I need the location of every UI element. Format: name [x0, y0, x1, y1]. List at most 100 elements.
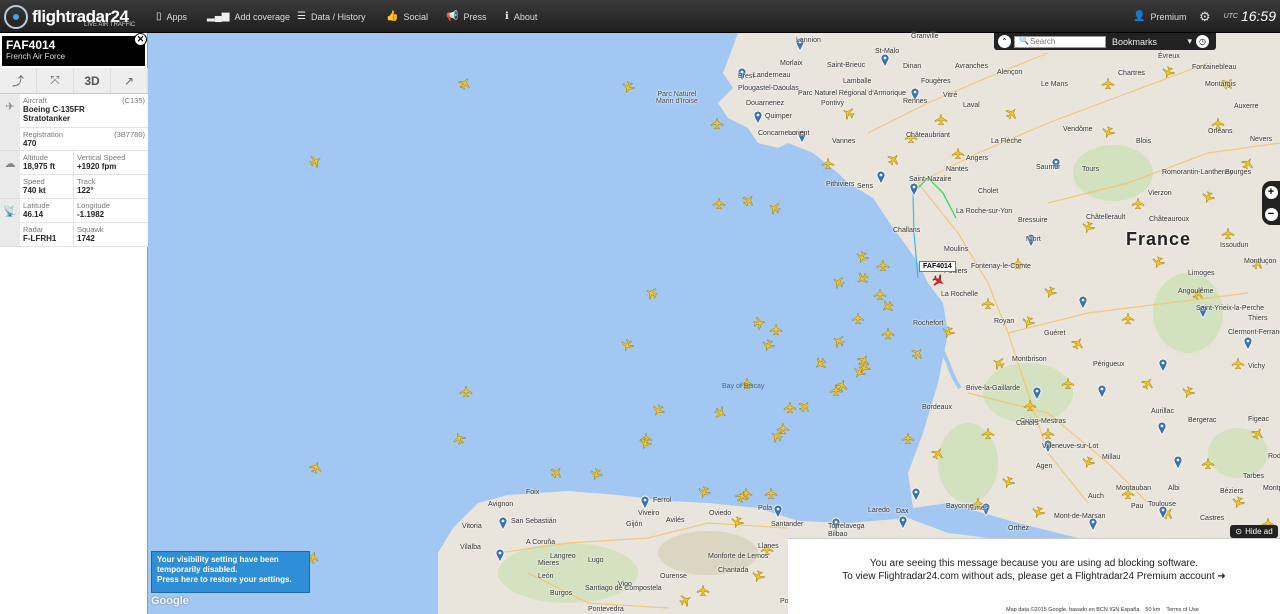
- utc-time: 16:59: [1240, 8, 1276, 24]
- city-label: Lugo: [588, 557, 604, 564]
- nav-add-coverage[interactable]: ▂▄▆ Add coverage: [207, 0, 290, 33]
- flight-header: FAF4014 French Air Force ✕: [2, 33, 147, 66]
- city-label: Gijón: [626, 521, 643, 528]
- sea-label: Bay of Biscay: [722, 383, 765, 390]
- 3d-view-button[interactable]: 3D: [74, 68, 111, 93]
- city-label: Auch: [1088, 493, 1104, 500]
- gear-icon: ⚙: [1199, 8, 1211, 24]
- city-label: La Rochelle: [941, 291, 978, 298]
- city-label: Vitré: [943, 92, 958, 99]
- close-icon: ✕: [136, 34, 145, 44]
- park-label-line1: Parc Naturel: [657, 91, 697, 98]
- fit-view-button[interactable]: ⤧: [37, 68, 74, 93]
- city-label: Périgueux: [1093, 361, 1125, 368]
- city-label: Castres: [1200, 515, 1225, 522]
- logo-tagline: LIVE AIR TRAFFIC: [84, 22, 136, 28]
- ad-line1: You are seeing this message because you …: [869, 558, 1199, 569]
- notice-line3: Press here to restore your settings.: [157, 575, 292, 584]
- latitude-label: Latitude: [23, 201, 50, 210]
- city-label: Toulouse: [1148, 501, 1177, 508]
- nav-press[interactable]: 📢 Press: [446, 0, 486, 33]
- longitude-value: -1.1982: [77, 210, 105, 219]
- bookmarks-dropdown[interactable]: Bookmarks ▾: [1112, 35, 1192, 48]
- aircraft-row: Aircraft Boeing C-135FR Stratotanker (C1…: [20, 94, 148, 128]
- latitude-value: 46.14: [23, 210, 44, 219]
- aircraft-callsign-tag[interactable]: FAF4014: [919, 261, 956, 272]
- track-label: Track: [77, 177, 96, 186]
- city-label: Lannion: [796, 37, 821, 44]
- close-panel-button[interactable]: ✕: [134, 33, 147, 46]
- track-value: 122°: [77, 186, 94, 195]
- city-label: San Sebastián: [511, 518, 557, 525]
- city-label: Ferrol: [653, 497, 672, 504]
- vspeed-label: Vertical Speed: [77, 153, 126, 162]
- nav-social-label: Social: [403, 11, 428, 22]
- map-attribution: Map data ©2015 Google, basado en BCN IGN…: [1004, 605, 1280, 614]
- city-label: Bourges: [1225, 169, 1252, 176]
- route-button[interactable]: ⤴: [0, 68, 37, 93]
- city-label: Parc Naturel Régional d'Armorique: [798, 90, 906, 97]
- terms-link[interactable]: Terms of Use: [1166, 607, 1198, 613]
- database-icon: ☰: [297, 11, 306, 22]
- registration-label: Registration: [23, 130, 64, 139]
- city-label: Viveiro: [638, 510, 660, 517]
- city-label: Lamballe: [843, 78, 872, 85]
- city-label: Guéret: [1044, 330, 1066, 337]
- top-nav-bar: flightradar24 LIVE AIR TRAFFIC ▯ Apps ▂▄▆…: [0, 0, 1280, 33]
- city-label: Clermont-Ferrand: [1228, 329, 1280, 336]
- chevron-up-icon: ⌃: [1001, 37, 1008, 46]
- collapse-button[interactable]: ⌃: [998, 35, 1011, 48]
- clock-button[interactable]: ◷: [1196, 35, 1209, 48]
- bookmarks-label: Bookmarks: [1112, 36, 1158, 47]
- park-label: Parc Naturel Marin d'Iroise: [656, 91, 698, 105]
- altitude-section: ☁ Altitude 18,975 ft Vertical Speed +1920 …: [0, 151, 148, 199]
- map-canvas[interactable]: France Bay of Biscay Parc Naturel Marin d…: [148, 33, 1280, 614]
- radar-row: Radar F-LFRH1 Squawk 1742: [20, 223, 148, 247]
- city-label: Orléans: [1208, 128, 1233, 135]
- radar-icon: [4, 5, 28, 29]
- nav-data-history[interactable]: ☰ Data / History: [297, 0, 365, 33]
- city-label: Fontenay-le-Comte: [971, 263, 1031, 270]
- map-graphics: [148, 33, 1280, 614]
- squawk-label: Squawk: [77, 225, 104, 234]
- city-label: Nevers: [1250, 136, 1273, 143]
- city-label: Cholet: [978, 188, 999, 195]
- settings-gear[interactable]: ⚙: [1199, 0, 1211, 33]
- city-label: Vilalba: [460, 544, 481, 551]
- city-label: Montpellier: [1263, 485, 1280, 492]
- flight-operator: French Air Force: [6, 52, 66, 61]
- speed-value: 740 kt: [23, 186, 46, 195]
- visibility-notice[interactable]: Your visibility setting have been tempor…: [151, 551, 310, 593]
- city-label: Morlaix: [780, 60, 803, 67]
- hide-ad-button[interactable]: ⊙ Hide ad: [1230, 525, 1278, 538]
- squawk-value: 1742: [77, 234, 95, 243]
- city-label: Brest: [738, 73, 755, 80]
- city-label: Thiers: [1248, 315, 1268, 322]
- city-label: Sens: [857, 183, 873, 190]
- city-label: Montluçon: [1244, 258, 1277, 265]
- zoom-in-button[interactable]: +: [1264, 185, 1278, 199]
- city-label: Vierzon: [1148, 190, 1172, 197]
- nav-apps[interactable]: ▯ Apps: [156, 0, 187, 33]
- ad-line2[interactable]: To view Flightradar24.com without ads, p…: [788, 570, 1280, 583]
- city-label: Royan: [994, 318, 1015, 325]
- ad-line2-text: To view Flightradar24.com without ads, p…: [842, 571, 1215, 582]
- city-label: La Roche-sur-Yon: [956, 208, 1013, 215]
- radar-label: Radar: [23, 225, 44, 234]
- share-button[interactable]: ↗: [111, 68, 148, 93]
- nav-data-history-label: Data / History: [310, 11, 366, 22]
- city-label: Agen: [1036, 463, 1053, 470]
- premium-link[interactable]: 👤 Premium: [1133, 0, 1186, 33]
- zoom-out-button[interactable]: −: [1264, 207, 1278, 221]
- city-label: Santander: [771, 521, 804, 528]
- nav-about[interactable]: ℹ About: [505, 0, 537, 33]
- city-label: Avranches: [955, 63, 988, 70]
- nav-social[interactable]: 👍 Social: [386, 0, 428, 33]
- vspeed-value: +1920 fpm: [77, 162, 117, 171]
- city-label: Évreux: [1158, 53, 1180, 60]
- city-label: Le Mans: [1041, 81, 1068, 88]
- city-label: Avilés: [666, 517, 685, 524]
- city-label: Angers: [966, 155, 989, 162]
- city-label: Béziers: [1220, 488, 1244, 495]
- city-label: St-Malo: [875, 48, 900, 55]
